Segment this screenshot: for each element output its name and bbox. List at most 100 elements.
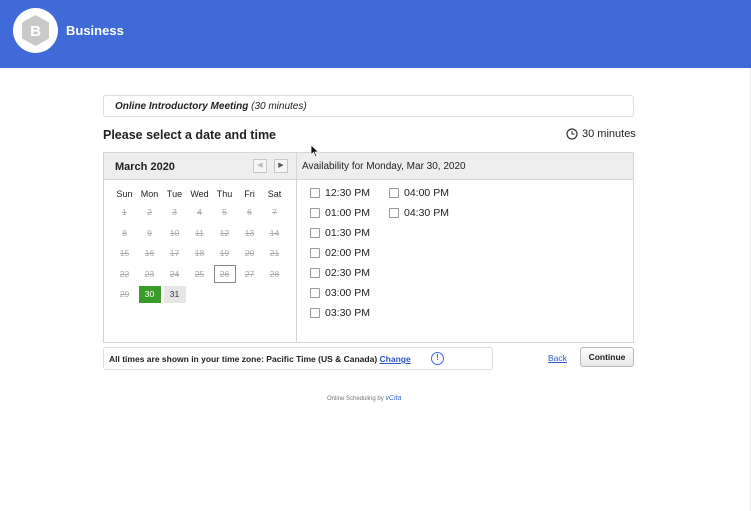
time-slot-label: 02:30 PM (325, 267, 370, 279)
time-slot[interactable]: 01:00 PM (310, 207, 370, 219)
availability-header: Availability for Monday, Mar 30, 2020 (297, 153, 633, 180)
day-number: 23 (144, 268, 155, 279)
calendar-day-29: 29 (112, 285, 137, 306)
mouse-cursor-icon (310, 144, 320, 158)
day-number: 6 (247, 207, 252, 217)
header-bar: B Business (0, 0, 751, 68)
day-number: 21 (269, 248, 280, 258)
duration-label: 30 minutes (582, 128, 636, 140)
calendar-day-10: 10 (162, 224, 187, 245)
timezone-prefix: All times are shown in your time zone: (109, 354, 264, 364)
calendar-day-2: 2 (137, 203, 162, 224)
calendar-day-21: 21 (262, 244, 287, 265)
page-title: Please select a date and time (103, 128, 277, 142)
calendar-day-15: 15 (112, 244, 137, 265)
calendar-day-18: 18 (187, 244, 212, 265)
calendar-day-27: 27 (237, 265, 262, 286)
time-slot-label: 04:30 PM (404, 207, 449, 219)
business-logo: B (13, 8, 58, 53)
svg-text:B: B (30, 23, 41, 40)
calendar-day-13: 13 (237, 224, 262, 245)
day-number: 4 (197, 207, 202, 217)
time-slot-checkbox[interactable] (310, 188, 320, 198)
day-number: 31 (163, 286, 186, 303)
time-slot-checkbox[interactable] (310, 288, 320, 298)
calendar-day-25: 25 (187, 265, 212, 286)
timezone-name: Pacific Time (US & Canada) (266, 354, 378, 364)
day-number: 12 (219, 227, 230, 238)
day-number: 13 (244, 227, 255, 238)
vcita-link[interactable]: vCita (385, 395, 401, 402)
calendar: March 2020 ◀ ▶ Sun Mon Tue Wed Thu Fri Sat 1 2 3 4… (104, 153, 297, 342)
time-slot[interactable]: 04:30 PM (389, 207, 449, 219)
chevron-right-icon: ▶ (278, 162, 284, 169)
day-number: 3 (172, 207, 177, 217)
time-slot-checkbox[interactable] (310, 308, 320, 318)
change-timezone-link[interactable]: Change (380, 354, 411, 364)
day-number: 10 (169, 227, 180, 238)
calendar-day-4: 4 (187, 203, 212, 224)
calendar-day-30[interactable]: 30 (137, 285, 162, 306)
meeting-name: Online Introductory Meeting (115, 101, 249, 112)
weekday-label: Sat (267, 189, 282, 199)
calendar-day-5: 5 (212, 203, 237, 224)
day-number: 14 (269, 227, 280, 238)
calendar-day-24: 24 (162, 265, 187, 286)
time-slot-label: 01:00 PM (325, 207, 370, 219)
day-number: 26 (213, 264, 236, 283)
time-slot-checkbox[interactable] (389, 188, 399, 198)
availability-title: Availability for Monday, Mar 30, 2020 (302, 161, 466, 172)
time-slot-checkbox[interactable] (310, 228, 320, 238)
time-slot[interactable]: 03:00 PM (310, 287, 370, 299)
meeting-summary: Online Introductory Meeting (30 minutes) (103, 95, 634, 117)
day-number: 30 (138, 286, 161, 303)
calendar-day-12: 12 (212, 224, 237, 245)
calendar-day-9: 9 (137, 224, 162, 245)
day-number: 5 (222, 207, 227, 217)
month-label: March 2020 (115, 161, 175, 173)
time-slot-checkbox[interactable] (310, 268, 320, 278)
time-slot[interactable]: 03:30 PM (310, 307, 370, 319)
weekday-label: Wed (190, 189, 209, 199)
calendar-day-14: 14 (262, 224, 287, 245)
next-month-button[interactable]: ▶ (274, 159, 288, 173)
calendar-day-6: 6 (237, 203, 262, 224)
time-slot-checkbox[interactable] (389, 208, 399, 218)
calendar-day-20: 20 (237, 244, 262, 265)
time-slot[interactable]: 02:30 PM (310, 267, 370, 279)
day-number: 16 (144, 248, 155, 258)
day-number: 11 (195, 227, 204, 238)
day-number: 9 (147, 227, 152, 238)
calendar-day-1: 1 (112, 203, 137, 224)
info-icon[interactable]: ! (431, 352, 444, 365)
calendar-day-28: 28 (262, 265, 287, 286)
calendar-day-16: 16 (137, 244, 162, 265)
day-number: 28 (269, 268, 280, 279)
footer-text: Online Scheduling by (327, 396, 384, 402)
hexagon-logo-icon: B (22, 15, 49, 46)
calendar-day-26: 26 (212, 264, 237, 286)
scheduler-panel: March 2020 ◀ ▶ Sun Mon Tue Wed Thu Fri Sat 1 2 3 4… (103, 152, 634, 343)
calendar-day-3: 3 (162, 203, 187, 224)
clock-icon (566, 128, 578, 140)
calendar-day-31[interactable]: 31 (162, 285, 187, 306)
day-number: 15 (119, 248, 130, 258)
time-slot-checkbox[interactable] (310, 208, 320, 218)
day-number: 29 (119, 289, 130, 299)
day-number: 2 (147, 207, 152, 217)
time-slot-checkbox[interactable] (310, 248, 320, 258)
day-number: 25 (194, 268, 205, 279)
prev-month-button[interactable]: ◀ (253, 159, 267, 173)
calendar-grid: Sun Mon Tue Wed Thu Fri Sat 1 2 3 4 5 6 7 8 9 10 11 12 13 14… (112, 189, 287, 306)
day-number: 8 (122, 227, 127, 238)
calendar-day-23: 23 (137, 265, 162, 286)
time-slot[interactable]: 04:00 PM (389, 187, 449, 199)
continue-button[interactable]: Continue (580, 347, 634, 367)
time-slot[interactable]: 12:30 PM (310, 187, 370, 199)
time-slot[interactable]: 02:00 PM (310, 247, 370, 259)
time-slot-label: 03:00 PM (325, 287, 370, 299)
back-link[interactable]: Back (548, 353, 567, 363)
day-number: 7 (272, 207, 277, 217)
footer: Online Scheduling by vCita (327, 395, 401, 402)
time-slot[interactable]: 01:30 PM (310, 227, 370, 239)
